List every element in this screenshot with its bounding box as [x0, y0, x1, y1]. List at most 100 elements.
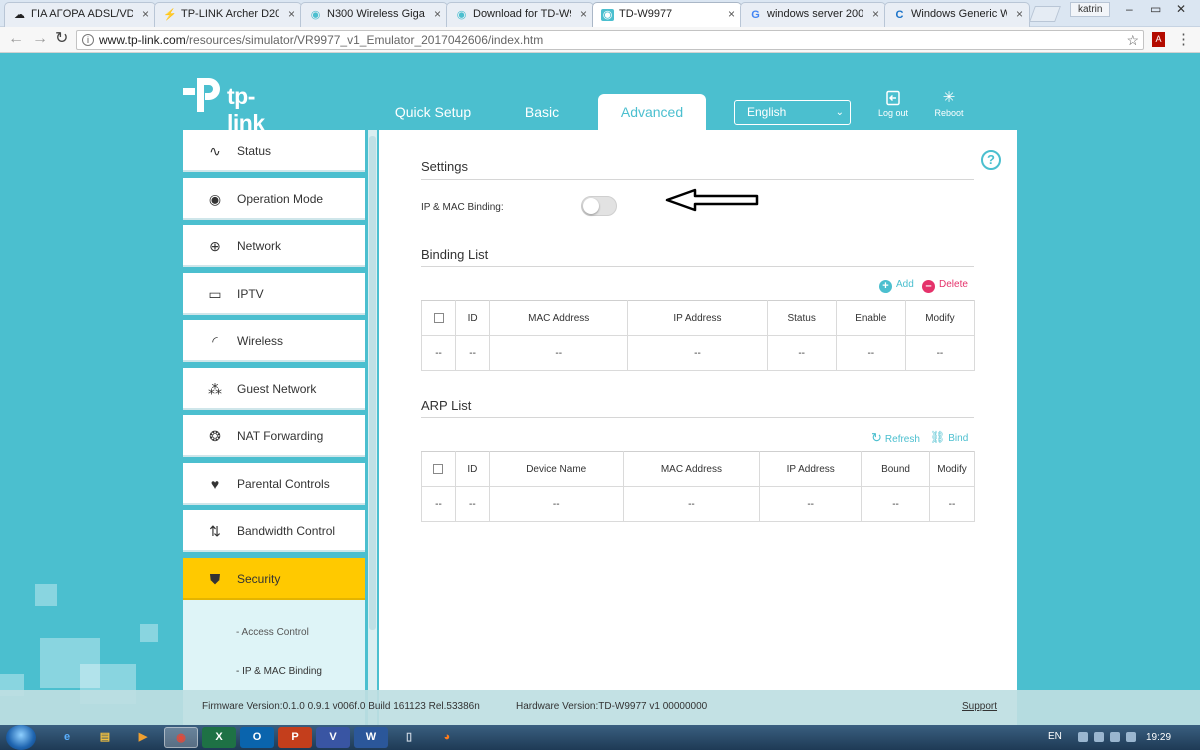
forward-icon[interactable]: → — [32, 30, 48, 48]
close-icon[interactable]: × — [872, 3, 879, 26]
tab-basic[interactable]: Basic — [488, 94, 596, 130]
menu-icon[interactable]: ⋮ — [1176, 30, 1191, 48]
binding-list-title: Binding List — [421, 247, 489, 262]
browser-tab[interactable]: ◉ N300 Wireless Gigab × — [300, 2, 448, 27]
pdf-extension-icon[interactable]: A — [1152, 32, 1165, 47]
sidebar-item-network[interactable]: ⊕ Network — [183, 225, 365, 267]
start-button[interactable] — [6, 725, 36, 750]
sidebar-item-guest-network[interactable]: ⁂ Guest Network — [183, 368, 365, 410]
settings-title: Settings — [421, 159, 468, 174]
network-tray-icon[interactable] — [1094, 732, 1104, 742]
sidebar-item-iptv[interactable]: ▭ IPTV — [183, 273, 365, 315]
reboot-button[interactable]: ✳ Reboot — [927, 90, 971, 119]
refresh-button[interactable]: ↻ Refresh — [871, 430, 920, 446]
visio-icon[interactable]: V — [316, 727, 350, 748]
volume-tray-icon[interactable] — [1110, 732, 1120, 742]
sidebar-scroll-thumb[interactable] — [369, 136, 376, 630]
tab-advanced[interactable]: Advanced — [598, 94, 706, 130]
explorer-icon[interactable]: ▤ — [88, 727, 122, 748]
nat-icon: ❂ — [209, 428, 221, 444]
sidebar-item-status[interactable]: ∿ Status — [183, 130, 365, 172]
clock[interactable]: 19:29 — [1146, 732, 1171, 743]
chrome-icon[interactable]: ◉ — [164, 727, 198, 748]
wifi-icon: ◜ — [212, 333, 218, 349]
select-all-cell[interactable] — [420, 300, 457, 336]
table-cell: -- — [928, 486, 976, 522]
browser-tab[interactable]: ◉ Download for TD-W9 × — [446, 2, 594, 27]
submenu-access-control[interactable]: - Access Control — [236, 627, 309, 638]
tab-quick-setup[interactable]: Quick Setup — [379, 94, 487, 130]
browser-tab-active[interactable]: ◉ TD-W9977 × — [592, 2, 742, 28]
outlook-icon[interactable]: O — [240, 727, 274, 748]
back-icon[interactable]: ← — [8, 30, 24, 48]
profile-badge[interactable]: katrin — [1070, 2, 1111, 17]
sidebar-item-nat-forwarding[interactable]: ❂ NAT Forwarding — [183, 415, 365, 457]
language-select[interactable]: English ⌄ — [734, 100, 851, 125]
reload-icon[interactable]: ↻ — [55, 30, 68, 48]
tray-icon[interactable] — [1126, 732, 1136, 742]
browser-tab[interactable]: ⚡ TP-LINK Archer D20 × — [154, 2, 302, 27]
table-header: Device Name — [488, 451, 624, 487]
select-all-cell[interactable] — [421, 451, 456, 487]
browser-tab[interactable]: ☁ ΓΙΑ ΑΓΟΡΑ ADSL/VD: × — [4, 2, 156, 27]
sidebar-item-security[interactable]: ⛊ Security — [183, 558, 365, 600]
sidebar-item-operation-mode[interactable]: ◉ Operation Mode — [183, 178, 365, 220]
sidebar-item-bandwidth-control[interactable]: ⇅ Bandwidth Control — [183, 510, 365, 552]
content-panel: Settings ? IP & MAC Binding: Binding Lis… — [379, 130, 1017, 725]
close-icon[interactable]: × — [142, 3, 149, 26]
maximize-icon[interactable]: ▭ — [1150, 2, 1161, 16]
minus-icon: – — [922, 280, 935, 293]
delete-button[interactable]: – Delete — [922, 279, 968, 293]
browser-tab-bar: ☁ ΓΙΑ ΑΓΟΡΑ ADSL/VD: × ⚡ TP-LINK Archer … — [0, 0, 1200, 28]
table-header: ID — [454, 451, 490, 487]
toggle-knob — [583, 198, 599, 214]
help-icon[interactable]: ? — [981, 150, 1001, 170]
minimize-icon[interactable]: – — [1126, 2, 1133, 16]
submenu-ip-mac-binding[interactable]: - IP & MAC Binding — [236, 666, 322, 677]
url-path: /resources/simulator/VR9977_v1_Emulator_… — [185, 33, 544, 47]
close-icon[interactable]: × — [1016, 3, 1023, 26]
logout-button[interactable]: Log out — [871, 90, 915, 118]
forum-icon: ☁ — [14, 9, 25, 21]
bind-button[interactable]: ⛓ Bind — [930, 430, 968, 444]
close-icon[interactable]: × — [728, 3, 735, 26]
close-window-icon[interactable]: ✕ — [1176, 2, 1186, 16]
table-row: -- -- -- -- -- -- -- — [420, 335, 976, 371]
left-arrow-icon — [665, 188, 759, 212]
checkbox[interactable] — [433, 312, 444, 323]
bookmark-star-icon[interactable]: ☆ — [1126, 31, 1139, 49]
sidebar-item-wireless[interactable]: ◜ Wireless — [183, 320, 365, 362]
firefox-icon[interactable]: ◕ — [430, 727, 464, 748]
divider — [421, 417, 974, 418]
powerpoint-icon[interactable]: P — [278, 727, 312, 748]
table-cell: -- — [455, 335, 491, 371]
ip-mac-binding-toggle[interactable] — [581, 196, 617, 216]
sidebar-item-parental-controls[interactable]: ♥ Parental Controls — [183, 463, 365, 505]
browser-toolbar: ← → ↻ i www.tp-link.com/resources/simula… — [0, 27, 1200, 53]
checkbox[interactable] — [433, 463, 444, 474]
support-link[interactable]: Support — [962, 701, 997, 712]
table-cell: -- — [622, 486, 761, 522]
close-icon[interactable]: × — [580, 3, 587, 26]
table-cell: -- — [421, 486, 456, 522]
decor-shape — [140, 624, 158, 642]
tray-icon[interactable] — [1078, 732, 1088, 742]
info-icon[interactable]: i — [82, 34, 94, 46]
input-language[interactable]: EN — [1048, 731, 1062, 742]
ie-icon[interactable]: e — [50, 727, 84, 748]
browser-tab[interactable]: C Windows Generic Wi × — [884, 2, 1030, 27]
pulse-icon: ∿ — [209, 143, 221, 159]
address-bar[interactable]: i www.tp-link.com/resources/simulator/VR… — [76, 30, 1144, 50]
browser-tab[interactable]: G windows server 2008 × — [740, 2, 886, 27]
close-icon[interactable]: × — [434, 3, 441, 26]
excel-icon[interactable]: X — [202, 727, 236, 748]
word-icon[interactable]: W — [354, 727, 388, 748]
tp-link-logo-icon — [183, 78, 220, 112]
new-tab-button[interactable] — [1029, 6, 1061, 22]
notepad-icon[interactable]: ▯ — [392, 727, 426, 748]
close-icon[interactable]: × — [288, 3, 295, 26]
add-button[interactable]: + Add — [879, 279, 914, 293]
media-player-icon[interactable]: ▶ — [126, 727, 160, 748]
table-header-row: ID MAC Address IP Address Status Enable … — [420, 300, 976, 336]
table-cell: -- — [766, 335, 837, 371]
